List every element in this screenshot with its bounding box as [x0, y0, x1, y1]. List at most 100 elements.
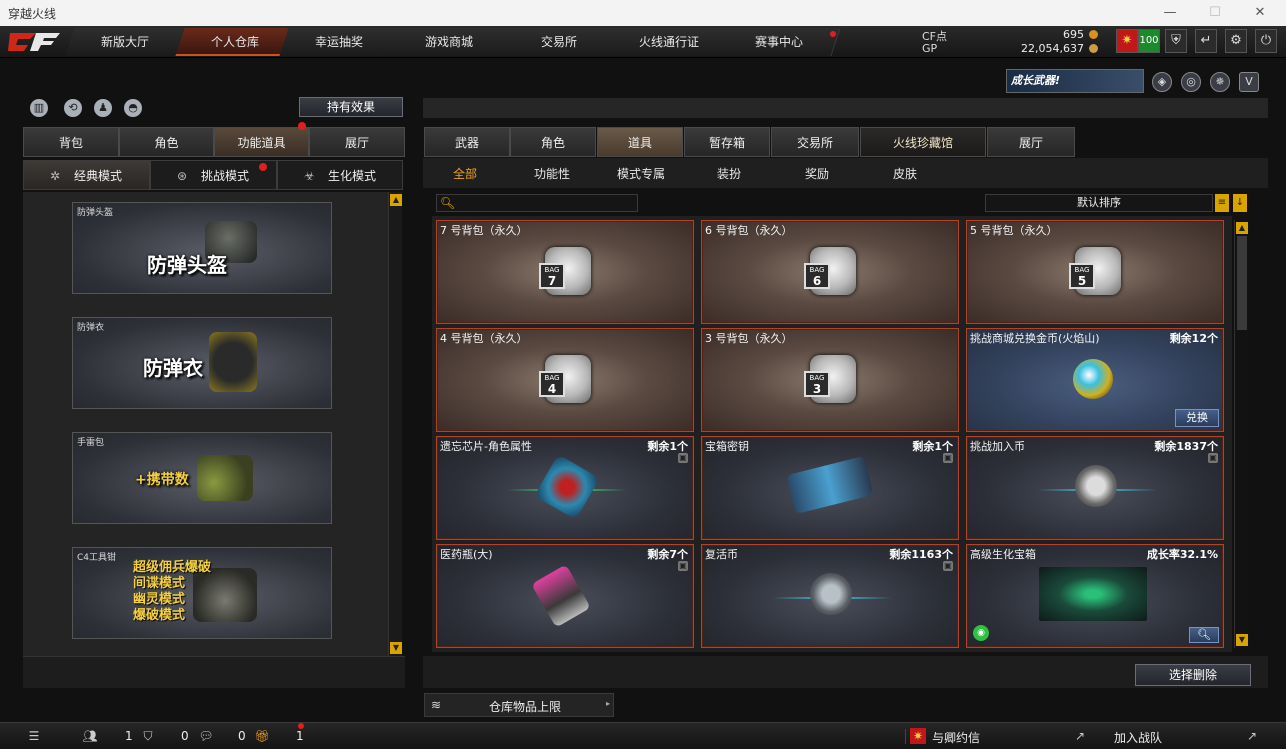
exchange-button[interactable]: 兑换 — [1175, 409, 1219, 427]
spark-icon[interactable]: ✵ — [1210, 72, 1230, 92]
item-card[interactable]: 遗忘芯片-角色属性 剩余1个 ▣ — [436, 436, 694, 540]
item-card[interactable]: 5 号背包（永久） BAG 5 — [966, 220, 1224, 324]
storage-capacity-button[interactable]: ≋ 仓库物品上限 ▸ — [424, 693, 614, 717]
select-delete-button[interactable]: 选择删除 — [1135, 664, 1251, 686]
left-tab-function-items[interactable]: 功能道具 — [214, 127, 309, 157]
mode-tab-challenge[interactable]: ⊛ 挑战模式 — [150, 160, 277, 190]
level-badge[interactable]: 100 — [1138, 29, 1160, 53]
growth-weapon-banner[interactable]: 成长武器! — [1006, 69, 1144, 93]
inspect-button[interactable]: 🔍︎ — [1189, 627, 1219, 643]
left-tab-backpack[interactable]: 背包 — [23, 127, 119, 157]
right-tab-weapons[interactable]: 武器 — [424, 127, 510, 157]
nav-tab-personal-storage[interactable]: 个人仓库 — [175, 28, 297, 56]
expand-arrow-icon[interactable]: ↗ — [1244, 728, 1260, 744]
return-icon[interactable]: ↵ — [1195, 29, 1217, 53]
grid-scrollbar[interactable]: ▲ ▼ — [1234, 220, 1248, 648]
item-card[interactable]: 挑战商城兑换金币(火焰山) 剩余12个 兑换 — [966, 328, 1224, 432]
shield-emblem-icon[interactable]: ◈ — [1152, 72, 1172, 92]
character-icon[interactable]: ♟ — [94, 99, 112, 117]
list-view-icon[interactable]: ≡ — [1215, 194, 1229, 212]
scroll-down-icon[interactable]: ▼ — [1236, 634, 1248, 646]
right-tab-collection-hall[interactable]: 火线珍藏馆 — [860, 127, 986, 157]
item-card[interactable]: 高级生化宝箱 成长率32.1% ◉ 🔍︎ — [966, 544, 1224, 648]
mouse-icon[interactable]: ◓ — [124, 99, 142, 117]
scroll-up-icon[interactable]: ▲ — [390, 194, 402, 206]
item-card-helmet[interactable]: 防弹头盔 防弹头盔 — [72, 202, 332, 294]
rank-star-icon[interactable]: ✷ — [1116, 29, 1138, 53]
window-title: 穿越火线 — [8, 7, 57, 21]
menu-list-icon[interactable]: ☰ — [26, 728, 42, 744]
subtab-mode-exclusive[interactable]: 模式专属 — [617, 165, 665, 182]
ranking-icon[interactable]: ▥ — [30, 99, 48, 117]
nav-tab-exchange[interactable]: 交易所 — [499, 28, 621, 56]
nav-tab-new-lobby[interactable]: 新版大厅 — [65, 28, 187, 56]
item-card[interactable]: 6 号背包（永久） BAG 6 — [701, 220, 959, 324]
right-tab-characters[interactable]: 角色 — [510, 127, 596, 157]
subtab-rewards[interactable]: 奖励 — [805, 165, 829, 182]
subtab-all[interactable]: 全部 — [453, 165, 477, 182]
item-card[interactable]: 宝箱密钥 剩余1个 ▣ — [701, 436, 959, 540]
search-input[interactable] — [457, 196, 635, 210]
subtab-dress-up[interactable]: 装扮 — [717, 165, 741, 182]
nav-tab-battle-pass[interactable]: 火线通行证 — [609, 28, 731, 56]
crosshair-icon: ✲ — [50, 169, 61, 183]
window-titlebar: 穿越火线 — ☐ ✕ — [0, 0, 1286, 26]
item-card[interactable]: 医药瓶(大) 剩余7个 ▣ — [436, 544, 694, 648]
nav-tab-game-mall[interactable]: 游戏商城 — [389, 28, 511, 56]
key-card-icon — [786, 455, 874, 515]
function-item-list: 防弹头盔 防弹头盔 防弹衣 防弹衣 手雷包 +携带数 C4工具钳 超级佣兵爆破 … — [23, 192, 388, 656]
item-search[interactable]: 🔍︎ — [436, 194, 638, 212]
replay-icon[interactable]: ⟲ — [64, 99, 82, 117]
scroll-thumb[interactable] — [1237, 236, 1247, 330]
backpack-icon: BAG 7 — [539, 247, 591, 295]
backpack-icon: BAG 5 — [1069, 247, 1121, 295]
right-tab-gallery[interactable]: 展厅 — [987, 127, 1075, 157]
right-tab-temp-box[interactable]: 暂存箱 — [684, 127, 770, 157]
friend-notice[interactable]: 与卿约信 — [932, 729, 980, 746]
sort-order-icon[interactable]: ↓ — [1233, 194, 1247, 212]
backpack-icon: BAG 3 — [804, 355, 856, 403]
join-team-label[interactable]: 加入战队 — [1114, 729, 1162, 746]
left-tab-gallery[interactable]: 展厅 — [309, 127, 405, 157]
power-icon[interactable]: ⏻ — [1255, 29, 1277, 53]
nav-tab-lucky-draw[interactable]: 幸运抽奖 — [279, 28, 401, 56]
subtab-skins[interactable]: 皮肤 — [893, 165, 917, 182]
sort-dropdown[interactable]: 默认排序 — [985, 194, 1213, 212]
gift-icon[interactable]: 🎁︎ — [254, 728, 270, 744]
target-icon[interactable]: ◎ — [1181, 72, 1201, 92]
item-card[interactable]: 4 号背包（永久） BAG 4 — [436, 328, 694, 432]
left-tab-character[interactable]: 角色 — [119, 127, 214, 157]
settings-gear-icon[interactable]: ⚙ — [1225, 29, 1247, 53]
item-card-vest[interactable]: 防弹衣 防弹衣 — [72, 317, 332, 409]
close-icon[interactable]: ✕ — [1250, 3, 1270, 23]
right-tab-items[interactable]: 道具 — [597, 127, 683, 157]
subtab-functional[interactable]: 功能性 — [534, 165, 570, 182]
item-card-c4-pliers[interactable]: C4工具钳 超级佣兵爆破 间谍模式 幽灵模式 爆破模式 — [72, 547, 332, 639]
chat-icon[interactable]: 💬︎ — [198, 728, 214, 744]
v-emblem-icon[interactable]: V — [1239, 72, 1259, 92]
mode-tab-classic[interactable]: ✲ 经典模式 — [23, 160, 150, 190]
item-card[interactable]: 挑战加入币 剩余1837个 ▣ — [966, 436, 1224, 540]
item-card-grenade-pack[interactable]: 手雷包 +携带数 — [72, 432, 332, 524]
scroll-down-icon[interactable]: ▼ — [390, 642, 402, 654]
maximize-icon[interactable]: ☐ — [1205, 3, 1225, 23]
nav-tab-event-center[interactable]: 赛事中心 — [719, 28, 841, 56]
shield-icon[interactable]: ⛨ — [1165, 29, 1187, 53]
cf-coin-icon — [1089, 30, 1098, 39]
expand-arrow-icon[interactable]: ↗ — [1072, 728, 1088, 744]
lock-icon: ▣ — [678, 561, 688, 571]
minimize-icon[interactable]: — — [1160, 3, 1180, 23]
item-card[interactable]: 复活币 剩余1163个 ▣ — [701, 544, 959, 648]
mode-tab-zombie[interactable]: ☣ 生化模式 — [277, 160, 403, 190]
item-card[interactable]: 7 号背包（永久） BAG 7 — [436, 220, 694, 324]
cf-logo[interactable] — [6, 29, 62, 55]
gp-coin-icon — [1089, 44, 1098, 53]
friends-icon[interactable]: 👥︎ — [82, 728, 98, 744]
left-scrollbar[interactable]: ▲ ▼ — [388, 192, 402, 656]
hold-effect-button[interactable]: 持有效果 — [299, 97, 403, 117]
item-card[interactable]: 3 号背包（永久） BAG 3 — [701, 328, 959, 432]
star-emblem-icon[interactable]: ✷ — [910, 728, 926, 744]
right-tab-exchange[interactable]: 交易所 — [771, 127, 859, 157]
scroll-up-icon[interactable]: ▲ — [1236, 222, 1248, 234]
shield-small-icon[interactable]: ⛉ — [140, 728, 156, 744]
